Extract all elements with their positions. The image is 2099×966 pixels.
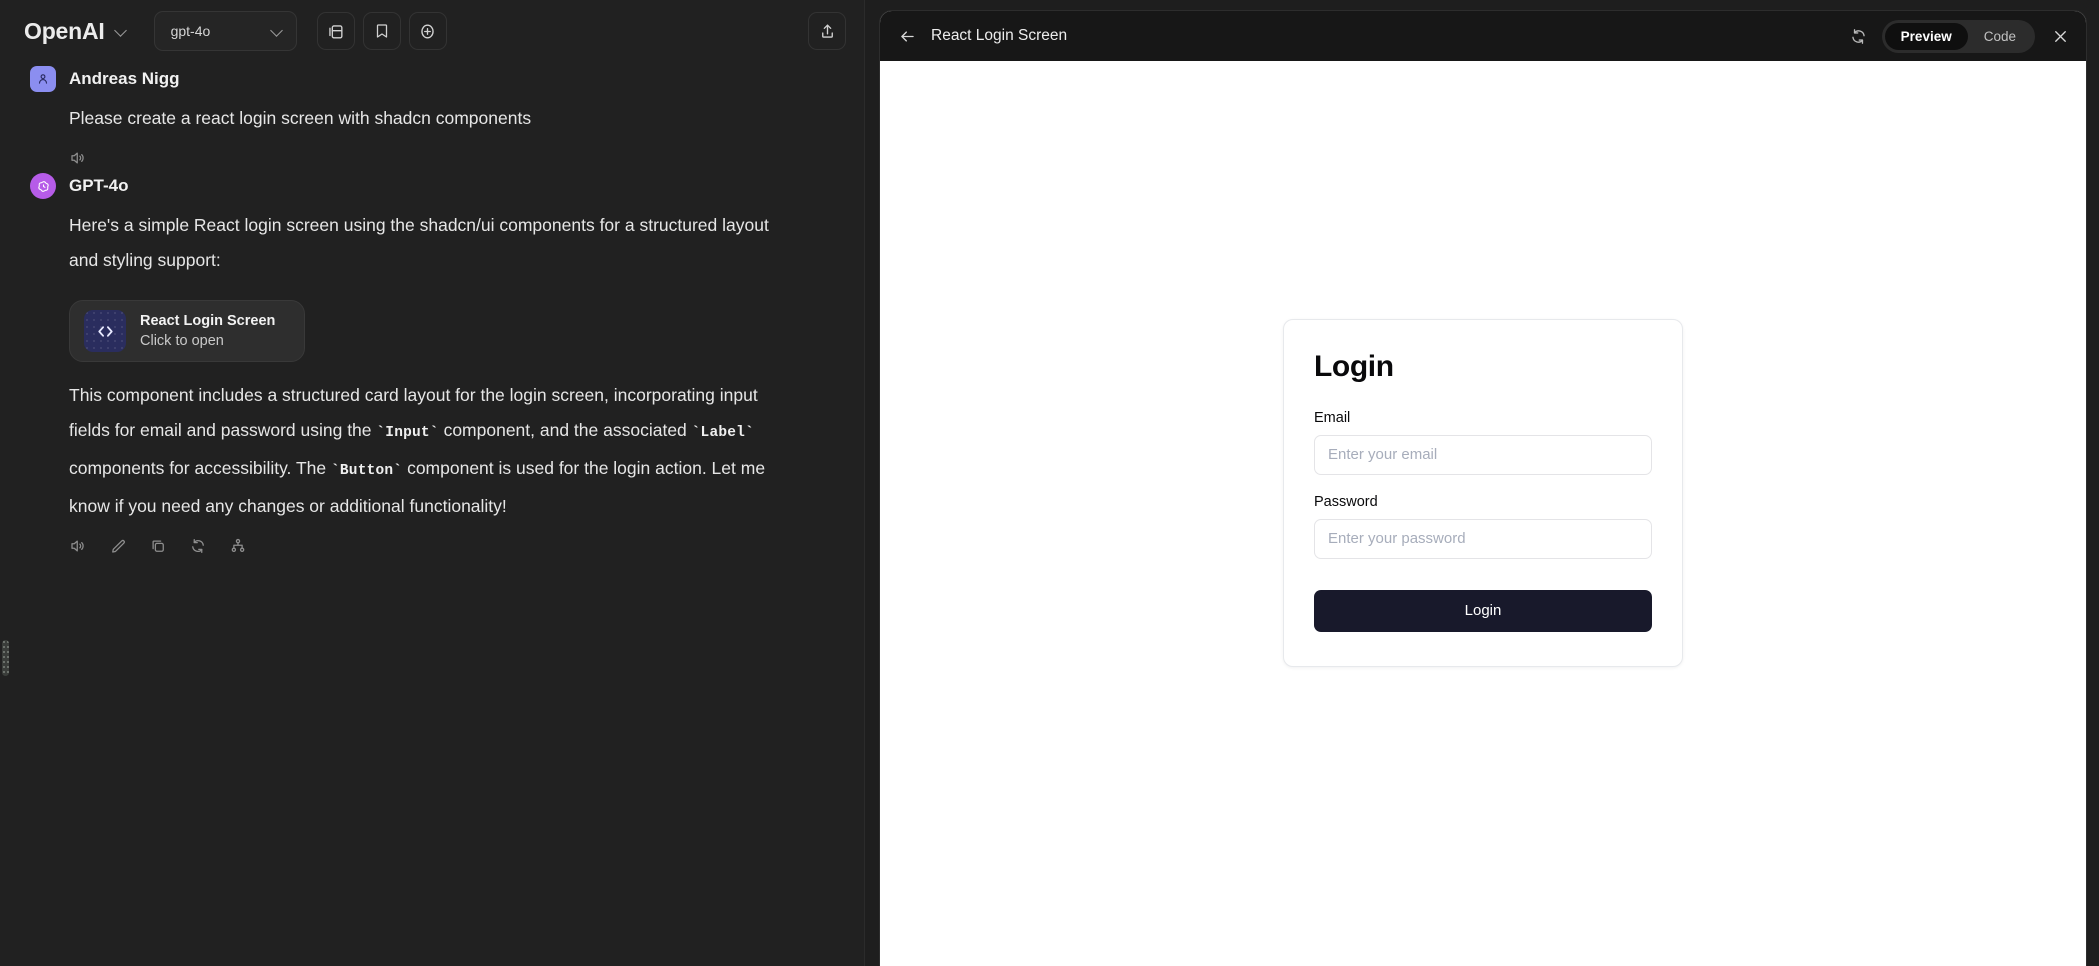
text-run: components for accessibility. The [69,458,331,478]
avatar [30,66,56,92]
message-author: Andreas Nigg [69,69,180,88]
artifact-thumbnail [84,310,126,352]
brand-menu[interactable]: OpenAI [20,14,132,49]
email-label: Email [1314,409,1351,426]
avatar [30,173,56,199]
user-avatar-icon [38,74,48,84]
share-button[interactable] [808,12,846,50]
chevron-down-icon [115,25,128,38]
speaker-icon [71,152,84,164]
chevron-down-icon [271,25,284,38]
regenerate-icon [192,538,204,554]
topbar-actions [316,12,447,50]
message-actions [30,149,836,167]
message-list: Andreas Nigg Please create a react login… [0,62,864,555]
email-input[interactable] [1314,434,1652,475]
tab-preview[interactable]: Preview [1884,22,1968,50]
branch-button[interactable] [229,537,247,555]
inline-code: `Label` [691,425,754,441]
email-field-group: Email [1314,410,1652,475]
chat-topbar: OpenAI gpt-4o [0,0,864,62]
speaker-icon [71,540,84,552]
message-header: GPT-4o [30,173,836,199]
password-label: Password [1314,493,1378,510]
edit-button[interactable] [109,537,127,555]
artifact-card-subtitle: Click to open [140,333,224,349]
close-button[interactable] [2049,25,2072,48]
code-brackets-icon [97,325,113,337]
artifact-window: React Login Screen Preview Code Login Em… [879,10,2087,966]
copy-button[interactable] [149,537,167,555]
artifact-title: React Login Screen [931,27,1068,44]
message-user: Andreas Nigg Please create a react login… [30,66,836,167]
model-selector-label: gpt-4o [170,23,211,39]
artifact-header: React Login Screen Preview Code [880,11,2086,61]
message-text: Please create a react login screen with … [69,108,532,128]
view-mode-toggle: Preview Code [1881,19,2035,53]
login-submit-button[interactable]: Login [1314,589,1652,632]
message-assistant: GPT-4o Here's a simple React login scree… [30,173,836,555]
openai-logo-icon [37,180,49,192]
copy-icon [152,540,164,552]
read-aloud-button[interactable] [69,149,87,167]
password-field-group: Password [1314,494,1652,559]
regenerate-button[interactable] [189,537,207,555]
refresh-button[interactable] [1849,27,1868,46]
artifact-card-meta: React Login Screen Click to open [140,312,275,350]
refresh-icon [1851,28,1865,44]
artifact-card-title: React Login Screen [140,313,276,329]
artifact-pane: React Login Screen Preview Code Login Em… [865,0,2099,966]
artifact-header-actions: Preview Code [1849,19,2072,53]
message-outro-text: This component includes a structured car… [30,378,770,524]
password-input[interactable] [1314,518,1652,559]
artifact-card[interactable]: React Login Screen Click to open [69,300,305,362]
inline-code: `Button` [330,463,403,479]
model-selector[interactable]: gpt-4o [153,11,297,51]
panel-toggle-icon [329,24,343,39]
sidebar-toggle-button[interactable] [316,12,355,50]
brand-name: OpenAI [24,17,105,44]
message-actions [30,537,836,555]
message-header: Andreas Nigg [30,66,836,92]
bookmark-icon [376,24,387,38]
app-root: OpenAI gpt-4o Andreas Nigg Please create… [0,0,2099,966]
arrow-left-icon [901,30,914,42]
artifact-preview-canvas: Login Email Password Login [880,61,2086,966]
close-x-icon [2055,30,2066,42]
login-card-title: Login [1314,349,1394,383]
share-upload-icon [821,23,833,38]
edit-pencil-icon [112,539,125,553]
message-author: GPT-4o [69,176,129,195]
text-run: component, and the associated [438,420,692,440]
chat-pane: OpenAI gpt-4o Andreas Nigg Please create… [0,0,865,966]
login-card: Login Email Password Login [1283,318,1683,667]
tab-code[interactable]: Code [1968,23,2032,50]
plus-circle-icon [421,23,434,39]
inline-code: `Input` [376,425,439,441]
new-chat-button[interactable] [408,12,447,50]
drag-handle-icon[interactable] [2,640,9,676]
branch-icon [231,538,245,552]
read-aloud-button[interactable] [69,537,87,555]
bookmark-button[interactable] [362,12,401,50]
back-button[interactable] [898,27,917,46]
message-intro-text: Here's a simple React login screen using… [69,215,769,270]
